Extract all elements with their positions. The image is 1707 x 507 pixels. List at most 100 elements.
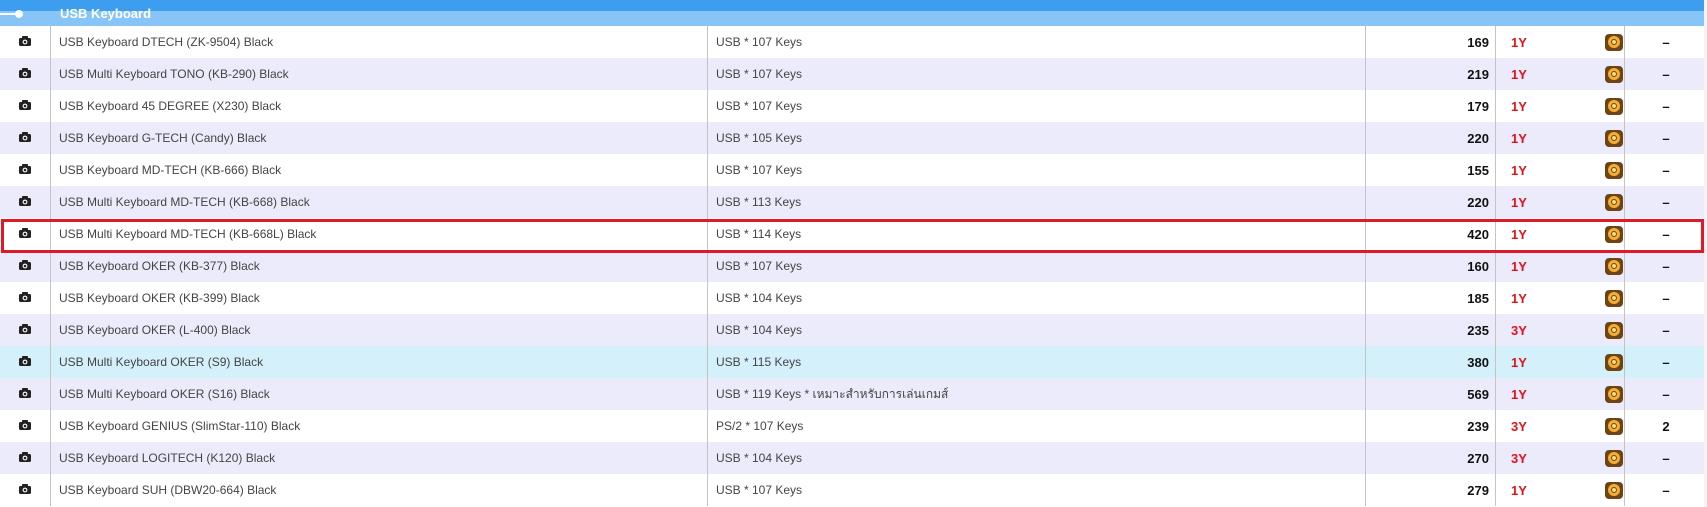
product-name[interactable]: USB Keyboard OKER (KB-399) Black (50, 282, 708, 314)
store-badge-icon[interactable] (1605, 225, 1623, 243)
warranty-label: 3Y (1495, 442, 1571, 474)
photo-cell[interactable] (0, 282, 51, 314)
product-name[interactable]: USB Multi Keyboard MD-TECH (KB-668) Blac… (50, 186, 708, 218)
warranty-label: 1Y (1495, 186, 1571, 218)
camera-icon[interactable] (18, 227, 32, 242)
product-name[interactable]: USB Multi Keyboard OKER (S9) Black (50, 346, 708, 378)
store-badge-icon[interactable] (1605, 97, 1623, 115)
category-title: USB Keyboard (60, 6, 152, 21)
product-name[interactable]: USB Multi Keyboard MD-TECH (KB-668L) Bla… (50, 218, 708, 250)
product-name[interactable]: USB Keyboard G-TECH (Candy) Black (50, 122, 708, 154)
badge-cell (1571, 90, 1625, 122)
table-row[interactable]: USB Keyboard MD-TECH (KB-666) Black USB *… (0, 154, 1707, 186)
photo-cell[interactable] (0, 346, 51, 378)
product-spec: USB * 113 Keys (707, 186, 1366, 218)
table-row[interactable]: USB Multi Keyboard MD-TECH (KB-668L) Bla… (0, 218, 1707, 250)
camera-icon[interactable] (18, 35, 32, 50)
table-row[interactable]: USB Keyboard GENIUS (SlimStar-110) Black… (0, 410, 1707, 442)
table-row[interactable]: USB Multi Keyboard TONO (KB-290) Black US… (0, 58, 1707, 90)
camera-icon[interactable] (18, 99, 32, 114)
store-badge-icon[interactable] (1605, 417, 1623, 435)
store-badge-icon[interactable] (1605, 193, 1623, 211)
product-name[interactable]: USB Keyboard OKER (L-400) Black (50, 314, 708, 346)
table-row[interactable]: USB Keyboard 45 DEGREE (X230) Black USB *… (0, 90, 1707, 122)
table-row[interactable]: USB Keyboard OKER (L-400) Black USB * 104… (0, 314, 1707, 346)
camera-icon[interactable] (18, 67, 32, 82)
category-header[interactable]: USB Keyboard (0, 0, 1707, 26)
photo-cell[interactable] (0, 410, 51, 442)
photo-cell[interactable] (0, 26, 51, 58)
badge-cell (1571, 410, 1625, 442)
store-badge-icon[interactable] (1605, 481, 1623, 499)
table-row[interactable]: USB Multi Keyboard OKER (S16) Black USB *… (0, 378, 1707, 410)
warranty-label: 1Y (1495, 58, 1571, 90)
product-price: 219 (1365, 58, 1496, 90)
store-badge-icon[interactable] (1605, 129, 1623, 147)
store-badge-icon[interactable] (1605, 65, 1623, 83)
photo-cell[interactable] (0, 250, 51, 282)
badge-cell (1571, 314, 1625, 346)
warranty-label: 1Y (1495, 378, 1571, 410)
table-row[interactable]: USB Keyboard OKER (KB-377) Black USB * 10… (0, 250, 1707, 282)
toggle-icon[interactable] (0, 0, 28, 26)
camera-icon[interactable] (18, 131, 32, 146)
photo-cell[interactable] (0, 442, 51, 474)
table-row[interactable]: USB Multi Keyboard OKER (S9) Black USB * … (0, 346, 1707, 378)
table-row[interactable]: USB Keyboard LOGITECH (K120) Black USB * … (0, 442, 1707, 474)
camera-icon[interactable] (18, 323, 32, 338)
stock-value: – (1624, 26, 1707, 58)
badge-cell (1571, 26, 1625, 58)
table-row[interactable]: USB Keyboard DTECH (ZK-9504) Black USB * … (0, 26, 1707, 58)
product-spec: USB * 107 Keys (707, 474, 1366, 506)
product-spec: USB * 104 Keys (707, 314, 1366, 346)
table-row[interactable]: USB Keyboard G-TECH (Candy) Black USB * 1… (0, 122, 1707, 154)
photo-cell[interactable] (0, 154, 51, 186)
stock-value: – (1624, 186, 1707, 218)
camera-icon[interactable] (18, 291, 32, 306)
photo-cell[interactable] (0, 90, 51, 122)
photo-cell[interactable] (0, 122, 51, 154)
camera-icon[interactable] (18, 355, 32, 370)
product-name[interactable]: USB Multi Keyboard OKER (S16) Black (50, 378, 708, 410)
camera-icon[interactable] (18, 451, 32, 466)
product-name[interactable]: USB Multi Keyboard TONO (KB-290) Black (50, 58, 708, 90)
photo-cell[interactable] (0, 58, 51, 90)
store-badge-icon[interactable] (1605, 33, 1623, 51)
photo-cell[interactable] (0, 218, 51, 250)
store-badge-icon[interactable] (1605, 449, 1623, 467)
photo-cell[interactable] (0, 186, 51, 218)
product-name[interactable]: USB Keyboard GENIUS (SlimStar-110) Black (50, 410, 708, 442)
product-price: 155 (1365, 154, 1496, 186)
camera-icon[interactable] (18, 387, 32, 402)
product-name[interactable]: USB Keyboard DTECH (ZK-9504) Black (50, 26, 708, 58)
stock-value: – (1624, 122, 1707, 154)
table-row[interactable]: USB Keyboard OKER (KB-399) Black USB * 10… (0, 282, 1707, 314)
product-name[interactable]: USB Keyboard SUH (DBW20-664) Black (50, 474, 708, 506)
stock-value: – (1624, 218, 1707, 250)
camera-icon[interactable] (18, 259, 32, 274)
store-badge-icon[interactable] (1605, 353, 1623, 371)
stock-value: – (1624, 442, 1707, 474)
camera-icon[interactable] (18, 163, 32, 178)
store-badge-icon[interactable] (1605, 161, 1623, 179)
stock-value: – (1624, 378, 1707, 410)
camera-icon[interactable] (18, 419, 32, 434)
product-spec: USB * 114 Keys (707, 218, 1366, 250)
store-badge-icon[interactable] (1605, 289, 1623, 307)
store-badge-icon[interactable] (1605, 321, 1623, 339)
store-badge-icon[interactable] (1605, 385, 1623, 403)
product-price: 220 (1365, 186, 1496, 218)
product-name[interactable]: USB Keyboard LOGITECH (K120) Black (50, 442, 708, 474)
store-badge-icon[interactable] (1605, 257, 1623, 275)
camera-icon[interactable] (18, 483, 32, 498)
photo-cell[interactable] (0, 474, 51, 506)
table-row[interactable]: USB Multi Keyboard MD-TECH (KB-668) Blac… (0, 186, 1707, 218)
photo-cell[interactable] (0, 314, 51, 346)
product-name[interactable]: USB Keyboard OKER (KB-377) Black (50, 250, 708, 282)
table-row[interactable]: USB Keyboard SUH (DBW20-664) Black USB * … (0, 474, 1707, 506)
camera-icon[interactable] (18, 195, 32, 210)
product-name[interactable]: USB Keyboard MD-TECH (KB-666) Black (50, 154, 708, 186)
product-spec: USB * 107 Keys (707, 58, 1366, 90)
product-name[interactable]: USB Keyboard 45 DEGREE (X230) Black (50, 90, 708, 122)
photo-cell[interactable] (0, 378, 51, 410)
